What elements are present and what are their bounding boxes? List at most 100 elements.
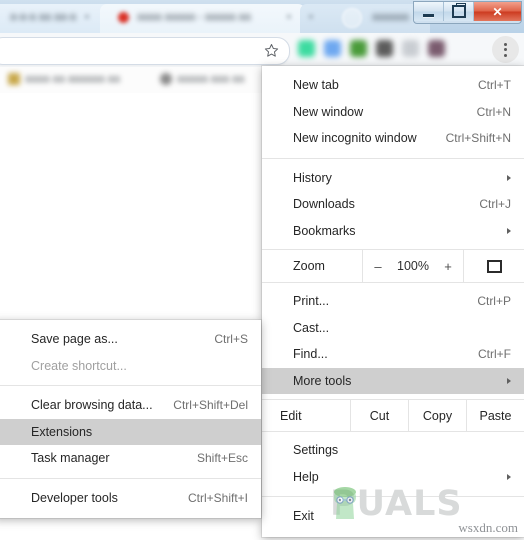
menu-item-label: Help <box>293 469 319 484</box>
fullscreen-icon <box>486 259 502 273</box>
menu-item-shortcut: Ctrl+Shift+Del <box>173 398 248 413</box>
menu-item-more-tools[interactable]: More tools <box>262 367 524 394</box>
submenu-item-task-manager[interactable]: Task manager Shift+Esc <box>0 445 261 472</box>
maximize-icon <box>451 3 466 18</box>
tab-close-icon[interactable]: × <box>308 12 314 23</box>
menu-item-label: Print... <box>293 294 330 309</box>
menu-item-find[interactable]: Find... Ctrl+F <box>262 341 524 368</box>
chevron-right-icon <box>507 227 511 234</box>
edit-label: Edit <box>280 408 302 423</box>
browser-window: a-a-a aa aa-a aaaa aaaaa - aaaaa aa × × … <box>0 0 524 540</box>
menu-edit-row: Edit Cut Copy Paste <box>262 399 524 432</box>
bookmark-star-icon[interactable] <box>263 42 280 59</box>
menu-separator <box>262 496 524 497</box>
zoom-level-value: 100% <box>397 259 429 273</box>
menu-item-label: Bookmarks <box>293 223 356 238</box>
menu-item-label: More tools <box>293 373 352 388</box>
extension-icon-1[interactable] <box>298 40 315 57</box>
menu-item-label: Task manager <box>31 451 110 466</box>
close-icon: ✕ <box>492 4 503 19</box>
menu-item-shortcut: Ctrl+T <box>478 78 511 93</box>
menu-separator <box>0 385 261 386</box>
menu-item-help[interactable]: Help <box>262 464 524 491</box>
extension-icon-2[interactable] <box>324 40 341 57</box>
menu-item-new-window[interactable]: New window Ctrl+N <box>262 99 524 126</box>
cut-button[interactable]: Cut <box>350 400 408 431</box>
extension-icon-3[interactable] <box>350 40 367 57</box>
maximize-button[interactable] <box>444 2 474 21</box>
menu-item-cast[interactable]: Cast... <box>262 315 524 342</box>
bookmark-favicon <box>160 73 172 85</box>
more-tools-submenu: Save page as... Ctrl+S Create shortcut..… <box>0 320 261 518</box>
new-tab-button[interactable] <box>342 8 362 28</box>
chrome-menu-button[interactable] <box>492 36 519 63</box>
tab-title: aaaaaa <box>372 11 409 23</box>
submenu-item-save-page-as[interactable]: Save page as... Ctrl+S <box>0 326 261 353</box>
extension-icon-6[interactable] <box>428 40 445 57</box>
extension-icon-4[interactable] <box>376 40 393 57</box>
menu-item-label: Save page as... <box>31 332 118 347</box>
zoom-in-button[interactable]: + <box>442 259 454 274</box>
menu-item-label: Developer tools <box>31 490 118 505</box>
browser-tab[interactable] <box>300 4 430 33</box>
menu-item-bookmarks[interactable]: Bookmarks <box>262 218 524 245</box>
menu-item-label: Settings <box>293 443 339 458</box>
bookmark-label: aaaa aa aaaaaa aa <box>25 73 120 85</box>
submenu-item-clear-browsing-data[interactable]: Clear browsing data... Ctrl+Shift+Del <box>0 392 261 419</box>
menu-item-shortcut: Ctrl+Shift+N <box>445 131 511 146</box>
three-dot-menu-icon <box>504 42 507 46</box>
minimize-button[interactable] <box>414 2 444 21</box>
minimize-icon <box>423 13 434 17</box>
chevron-right-icon <box>507 473 511 480</box>
menu-item-label: New tab <box>293 78 339 93</box>
menu-separator <box>262 157 524 159</box>
chevron-right-icon <box>507 377 511 384</box>
fullscreen-button[interactable] <box>464 250 524 282</box>
menu-item-print[interactable]: Print... Ctrl+P <box>262 288 524 315</box>
tab-title: a-a-a aa aa-a <box>10 11 77 23</box>
extension-icon-5[interactable] <box>402 40 419 57</box>
menu-item-shortcut: Ctrl+N <box>476 104 511 119</box>
submenu-item-developer-tools[interactable]: Developer tools Ctrl+Shift+I <box>0 485 261 512</box>
menu-item-label: Clear browsing data... <box>31 398 153 413</box>
tab-close-icon[interactable]: × <box>84 12 90 23</box>
menu-item-settings[interactable]: Settings <box>262 437 524 464</box>
menu-item-shortcut: Ctrl+F <box>478 347 511 362</box>
submenu-item-create-shortcut: Create shortcut... <box>0 353 261 380</box>
menu-item-label: New incognito window <box>293 131 417 146</box>
menu-item-shortcut: Ctrl+J <box>479 197 511 212</box>
window-controls: ✕ <box>413 1 522 24</box>
bookmark-favicon <box>8 73 20 85</box>
menu-item-shortcut: Ctrl+S <box>214 332 248 347</box>
extension-icons <box>298 40 445 57</box>
close-button[interactable]: ✕ <box>474 2 521 21</box>
paste-button[interactable]: Paste <box>466 400 524 431</box>
tab-close-icon[interactable]: × <box>286 12 292 23</box>
menu-item-new-tab[interactable]: New tab Ctrl+T <box>262 72 524 99</box>
zoom-out-button[interactable]: – <box>372 259 384 274</box>
menu-item-label: Exit <box>293 509 314 524</box>
address-bar[interactable] <box>0 37 290 65</box>
menu-item-shortcut: Ctrl+P <box>477 294 511 309</box>
menu-item-shortcut: Shift+Esc <box>196 451 248 466</box>
zoom-controls: – 100% + <box>362 250 464 282</box>
menu-item-new-incognito-window[interactable]: New incognito window Ctrl+Shift+N <box>262 125 524 152</box>
copy-button[interactable]: Copy <box>408 400 466 431</box>
chrome-main-menu: New tab Ctrl+T New window Ctrl+N New inc… <box>262 66 524 537</box>
menu-item-label: History <box>293 170 332 185</box>
tab-title: aaaa aaaaa - aaaaa aa <box>137 11 251 23</box>
bookmark-item[interactable]: aaaaa aaa aa <box>160 73 244 85</box>
menu-separator <box>0 477 261 479</box>
menu-item-downloads[interactable]: Downloads Ctrl+J <box>262 191 524 218</box>
chevron-right-icon <box>507 174 511 181</box>
menu-item-label: New window <box>293 104 364 119</box>
bookmark-item[interactable]: aaaa aa aaaaaa aa <box>8 73 120 85</box>
menu-item-label: Find... <box>293 347 328 362</box>
menu-item-label: Downloads <box>293 197 355 212</box>
menu-item-history[interactable]: History <box>262 165 524 192</box>
bookmark-label: aaaaa aaa aa <box>177 73 245 85</box>
zoom-label: Zoom <box>293 259 325 273</box>
tab-favicon <box>118 12 129 23</box>
source-watermark: wsxdn.com <box>458 520 518 535</box>
submenu-item-extensions[interactable]: Extensions <box>0 418 261 445</box>
